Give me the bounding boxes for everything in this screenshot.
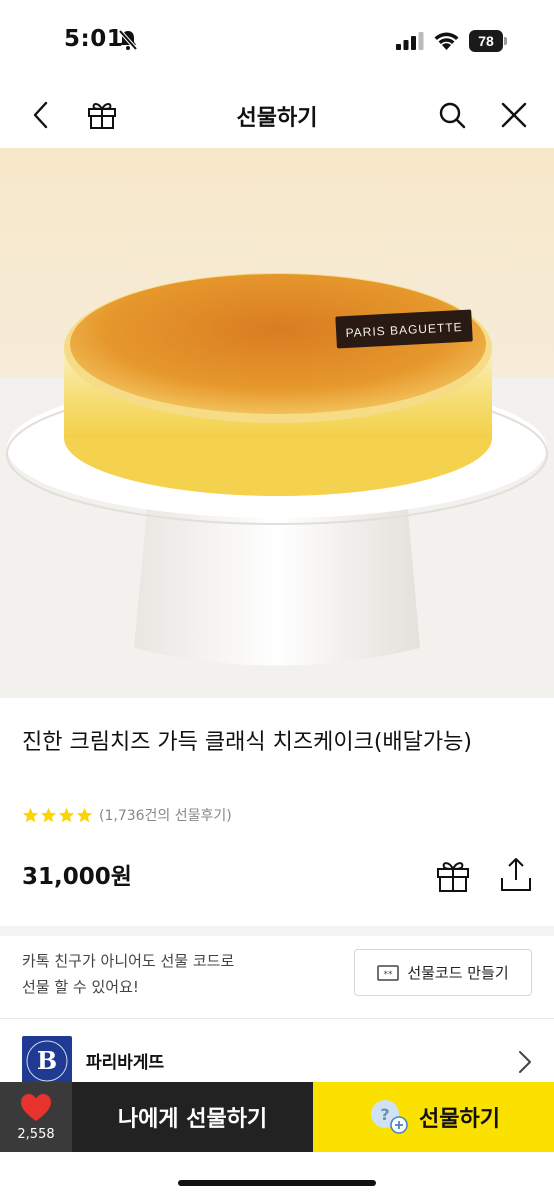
close-button[interactable]	[490, 82, 538, 148]
brand-name: 파리바게뜨	[86, 1053, 165, 1073]
bell-muted-icon	[118, 29, 138, 51]
brand-row[interactable]: B 파리바게뜨	[0, 1034, 554, 1086]
battery-icon: 78	[469, 30, 507, 52]
cheesecake-illustration: PARIS BAGUETTE	[0, 148, 554, 698]
like-count: 2,558	[17, 1127, 55, 1142]
create-gift-code-button[interactable]: ** 선물코드 만들기	[354, 949, 532, 996]
back-icon	[33, 101, 48, 129]
home-indicator[interactable]	[178, 1180, 376, 1186]
status-bar: 5:01 78	[0, 0, 554, 82]
gift-code-line1: 카톡 친구가 아니어도 선물 코드로	[22, 952, 235, 970]
gift-code-line2: 선물 할 수 있어요!	[22, 978, 139, 996]
battery-level: 78	[469, 30, 503, 52]
product-image: PARIS BAGUETTE	[0, 148, 554, 698]
home-indicator-area	[0, 1152, 554, 1200]
star-icon	[40, 807, 57, 822]
bottom-action-bar: 2,558 나에게 선물하기 ? 선물하기	[0, 1082, 554, 1152]
battery-tip	[504, 37, 507, 45]
close-icon	[501, 102, 527, 128]
svg-text:?: ?	[380, 1105, 389, 1124]
product-price: 31,000원	[22, 864, 132, 890]
gift-button-label: 선물하기	[419, 1107, 500, 1132]
status-time: 5:01	[64, 26, 124, 52]
star-icon	[58, 807, 75, 822]
chevron-right-icon	[519, 1051, 531, 1073]
code-icon: **	[377, 964, 400, 981]
heart-icon	[21, 1094, 51, 1121]
back-button[interactable]	[16, 82, 64, 148]
star-icon	[22, 807, 39, 822]
divider	[0, 1018, 554, 1019]
gift-code-description: 카톡 친구가 아니어도 선물 코드로 선물 할 수 있어요!	[22, 948, 322, 1000]
rating-row[interactable]: (1,736건의 선물후기)	[22, 805, 232, 825]
search-icon	[439, 102, 466, 129]
share-icon[interactable]	[498, 856, 534, 894]
header: 선물하기	[0, 82, 554, 148]
brand-logo: B	[22, 1036, 72, 1086]
gift-box-icon	[88, 103, 116, 129]
gift-to-myself-label: 나에게 선물하기	[117, 1107, 268, 1132]
friend-add-icon: ?	[371, 1100, 408, 1134]
search-button[interactable]	[428, 82, 476, 148]
section-divider	[0, 926, 554, 936]
wifi-icon	[434, 32, 459, 50]
gift-box-icon[interactable]	[435, 858, 471, 894]
gift-home-button[interactable]	[78, 82, 126, 148]
gift-code-button-label: 선물코드 만들기	[407, 964, 509, 982]
svg-text:**: **	[384, 970, 394, 980]
signal-icon	[396, 32, 424, 50]
brand-logo-mark: B	[26, 1040, 68, 1082]
star-icon	[76, 807, 93, 822]
brand-logo-letter: B	[37, 1046, 57, 1075]
gift-to-myself-button[interactable]: 나에게 선물하기	[72, 1082, 313, 1152]
like-button[interactable]: 2,558	[0, 1082, 72, 1152]
review-count: (1,736건의 선물후기)	[99, 808, 232, 824]
gift-button[interactable]: ? 선물하기	[313, 1082, 554, 1152]
star-rating	[22, 807, 93, 824]
product-title: 진한 크림치즈 가득 클래식 치즈케이크(배달가능)	[22, 730, 472, 755]
